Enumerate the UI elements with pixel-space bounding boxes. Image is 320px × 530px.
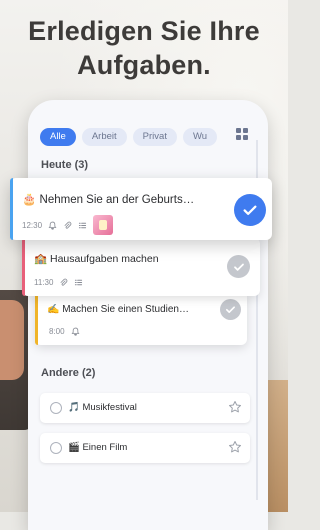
task-radio[interactable]	[50, 442, 62, 454]
today-section-header: Heute (3)	[41, 159, 89, 171]
headline-line-2: Aufgaben.	[77, 50, 211, 80]
subtasks-icon	[78, 222, 87, 228]
task-title: 🎬 Einen Film	[68, 442, 128, 453]
check-icon	[243, 205, 257, 215]
promo-headline: Erledigen Sie Ihre Aufgaben.	[0, 14, 288, 82]
task-title: 🎂 Nehmen Sie an der Geburts…	[22, 194, 195, 206]
bell-icon	[48, 221, 57, 230]
chip-all[interactable]: Alle	[40, 128, 76, 146]
task-card[interactable]: 🎂 Nehmen Sie an der Geburts… 12:30	[10, 178, 272, 240]
chip-work[interactable]: Arbeit	[81, 128, 127, 146]
list-item[interactable]: 🎬 Einen Film	[40, 433, 250, 463]
task-accent-bar	[35, 290, 38, 345]
subtasks-icon	[75, 279, 83, 286]
attachment-thumbnail[interactable]	[93, 215, 114, 235]
complete-checkbox[interactable]	[227, 255, 250, 278]
task-meta: 8:00	[49, 327, 80, 336]
complete-checkbox[interactable]	[234, 194, 266, 226]
task-accent-bar	[22, 238, 25, 296]
task-accent-bar	[10, 178, 13, 240]
task-title: 🏫 Hausaufgaben machen	[34, 253, 159, 265]
list-item[interactable]: 🎵 Musikfestival	[40, 393, 250, 423]
check-icon	[233, 263, 244, 271]
other-section-header: Andere (2)	[41, 367, 96, 379]
complete-checkbox[interactable]	[220, 299, 241, 320]
phone-screen: Alle Arbeit Privat Wu Heute (3) ✍️ Machen S…	[10, 100, 272, 530]
task-card[interactable]: 🏫 Hausaufgaben machen 11:30	[22, 238, 260, 296]
task-card[interactable]: ✍️ Machen Sie einen Studien… 8:00	[35, 290, 247, 345]
paperclip-icon	[61, 278, 68, 286]
task-title: ✍️ Machen Sie einen Studien…	[47, 304, 189, 315]
task-time: 11:30	[34, 278, 54, 287]
category-chips: Alle Arbeit Privat Wu	[40, 126, 258, 146]
bell-icon	[71, 327, 80, 336]
background-hand	[0, 300, 24, 380]
check-icon	[226, 306, 235, 313]
task-time: 8:00	[49, 327, 65, 336]
task-radio[interactable]	[50, 402, 62, 414]
task-meta: 11:30	[34, 278, 83, 287]
chip-private[interactable]: Privat	[132, 128, 177, 146]
task-meta: 12:30	[22, 215, 114, 235]
task-time: 12:30	[22, 220, 43, 230]
chip-wishlist[interactable]: Wu	[182, 128, 218, 146]
star-icon[interactable]	[228, 400, 242, 414]
star-icon[interactable]	[228, 440, 242, 454]
task-title: 🎵 Musikfestival	[68, 402, 137, 413]
category-grid-icon[interactable]	[236, 128, 248, 140]
headline-line-1: Erledigen Sie Ihre	[28, 16, 260, 46]
paperclip-icon	[64, 221, 72, 229]
